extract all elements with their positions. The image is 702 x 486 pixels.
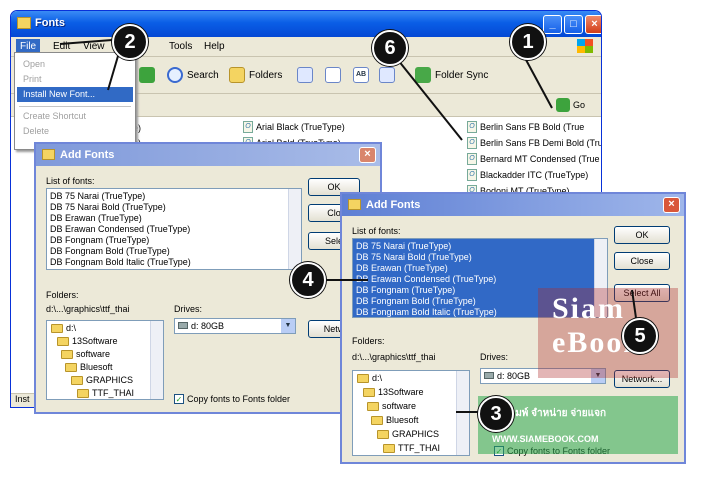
callout-5: 5 bbox=[622, 318, 658, 354]
arrow-2-line bbox=[59, 39, 113, 45]
arrow-1-line bbox=[524, 57, 553, 109]
callout-3: 3 bbox=[478, 396, 514, 432]
callout-arrows bbox=[59, 39, 637, 413]
callout-2: 2 bbox=[112, 24, 148, 60]
callout-6: 6 bbox=[372, 30, 408, 66]
arrow-6-line bbox=[397, 59, 463, 141]
arrow-2b-line bbox=[107, 55, 119, 91]
callout-1: 1 bbox=[510, 24, 546, 60]
arrow-5-line bbox=[631, 289, 637, 319]
callout-4: 4 bbox=[290, 262, 326, 298]
